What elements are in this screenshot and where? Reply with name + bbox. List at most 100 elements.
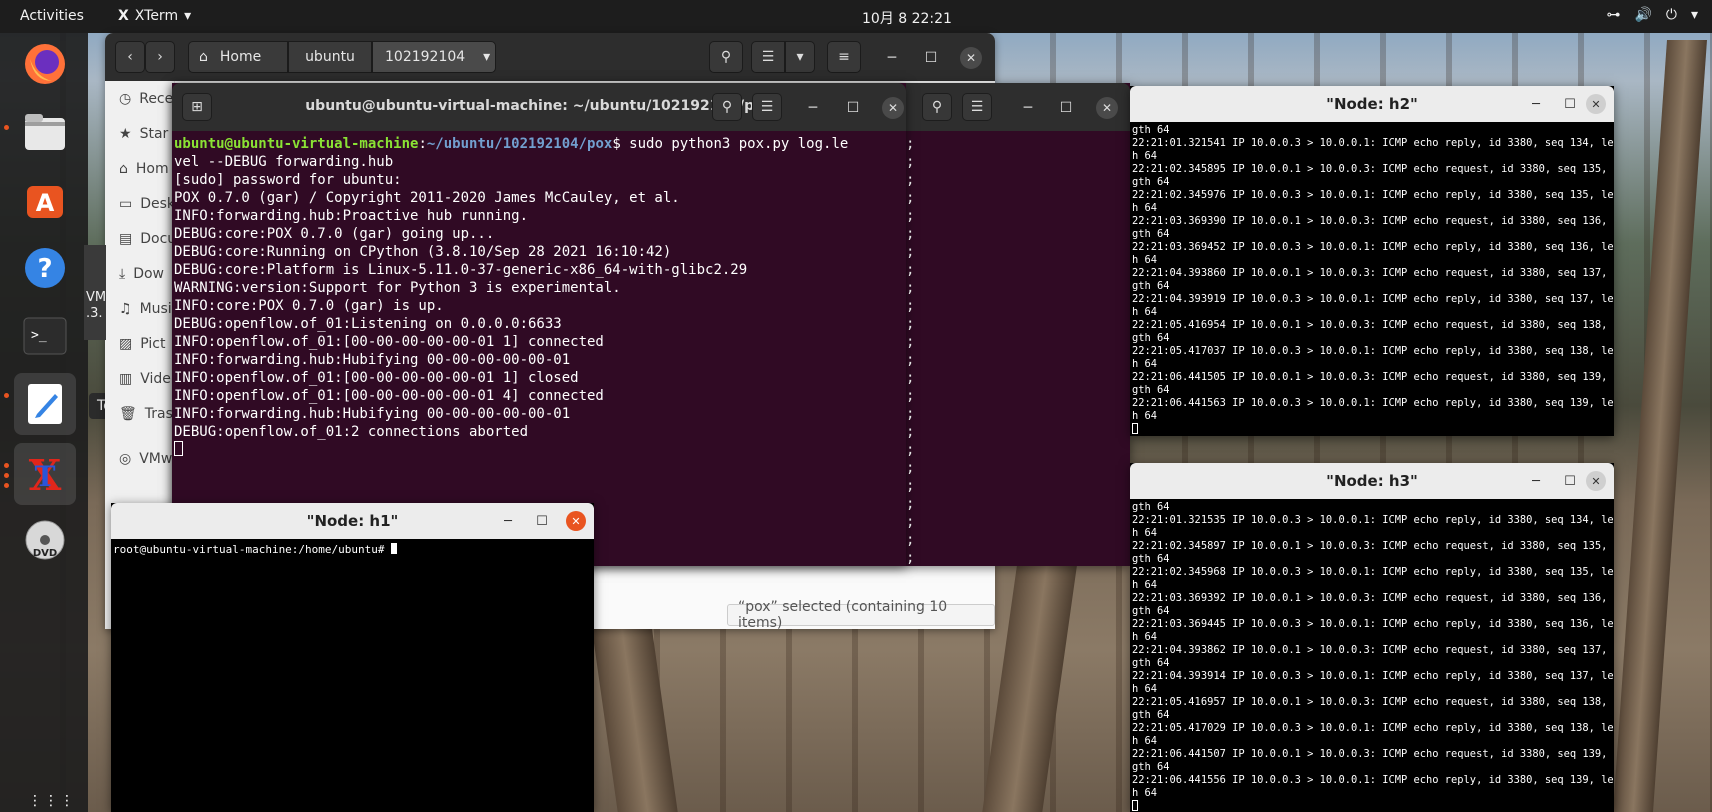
vm-label: VM <box>86 290 107 305</box>
sidebar-item-label: Rece <box>139 91 174 107</box>
dock-item-text-editor[interactable] <box>14 373 76 435</box>
dock-item-firefox[interactable] <box>14 33 76 95</box>
forward-button[interactable]: › <box>145 41 175 73</box>
close-button[interactable]: ✕ <box>960 47 982 69</box>
window-title: ubuntu@ubuntu-virtual-machine: ~/ubuntu/… <box>305 98 773 114</box>
sidebar-item-downloads[interactable]: ⤓ Dow <box>119 266 164 282</box>
menu-button[interactable]: ☰ <box>752 93 782 121</box>
home-icon: ⌂ <box>199 49 208 65</box>
view-options-button[interactable]: ▾ <box>785 41 815 73</box>
output-line: INFO:openflow.of_01:[00-00-00-00-00-01 4… <box>174 388 604 404</box>
svg-text:A: A <box>36 189 55 217</box>
maximize-button[interactable]: ☐ <box>1560 94 1580 114</box>
prompt-user: ubuntu@ubuntu-virtual-machine <box>174 136 419 152</box>
breadcrumb-ubuntu[interactable]: ubuntu <box>288 41 372 73</box>
search-button[interactable]: ⚲ <box>712 93 742 121</box>
close-button[interactable]: ✕ <box>566 511 586 531</box>
output-line: h 64 <box>1132 410 1158 422</box>
clock[interactable]: 10月 8 22:21 <box>862 8 952 28</box>
dock-item-software[interactable]: A <box>14 169 76 231</box>
output-line: h 64 <box>1132 527 1158 539</box>
chevron-down-icon: ▾ <box>184 8 192 24</box>
activities-button[interactable]: Activities <box>20 8 84 24</box>
output-line: POX 0.7.0 (gar) / Copyright 2011-2020 Ja… <box>174 190 680 206</box>
sidebar-item-vmware[interactable]: ◎ VMw <box>119 451 172 467</box>
sidebar-item-label: Star <box>139 126 169 142</box>
output-line: 22:21:06.441507 IP 10.0.0.1 > 10.0.0.3: … <box>1132 748 1614 760</box>
terminal-output[interactable]: gth 64 22:21:01.321541 IP 10.0.0.3 > 10.… <box>1132 124 1614 436</box>
dock-item-terminal[interactable]: >_ <box>14 305 76 367</box>
search-button[interactable]: ⚲ <box>922 93 952 121</box>
sidebar-item-pictures[interactable]: ▨ Pict <box>119 336 165 352</box>
terminal-output[interactable]: root@ubuntu-virtual-machine:/home/ubuntu… <box>113 543 398 556</box>
dock-item-files[interactable] <box>14 101 76 163</box>
output-line: 22:21:04.393919 IP 10.0.0.3 > 10.0.0.1: … <box>1132 293 1614 305</box>
breadcrumb-label: Home <box>219 49 262 65</box>
output-line: 22:21:03.369445 IP 10.0.0.3 > 10.0.0.1: … <box>1132 618 1614 630</box>
show-apps-grid-icon[interactable]: ⋮⋮⋮ <box>28 793 76 809</box>
dock-item-help[interactable]: ? <box>14 237 76 299</box>
maximize-button[interactable]: ☐ <box>842 97 864 119</box>
breadcrumb-home[interactable]: ⌂ Home <box>188 41 288 73</box>
maximize-button[interactable]: ☐ <box>1560 471 1580 491</box>
minimize-button[interactable]: ─ <box>802 97 824 119</box>
terminal-window-main: ⊞ ubuntu@ubuntu-virtual-machine: ~/ubunt… <box>172 83 906 566</box>
sidebar-item-label: VMw <box>139 451 173 467</box>
music-icon: ♫ <box>119 301 132 317</box>
output-line: INFO:openflow.of_01:[00-00-00-00-00-01 1… <box>174 370 579 386</box>
dock-item-dvd[interactable]: DVD <box>14 509 76 571</box>
dock-item-xterm[interactable]: X T <box>14 443 76 505</box>
minimize-button[interactable]: ─ <box>1526 94 1546 114</box>
close-button[interactable]: ✕ <box>882 97 904 119</box>
hamburger-icon: ☰ <box>970 99 984 115</box>
minimize-button[interactable]: ─ <box>1017 97 1039 119</box>
output-line: 22:21:04.393862 IP 10.0.0.1 > 10.0.0.3: … <box>1132 644 1614 656</box>
xterm-window-h2: "Node: h2" ─ ☐ ✕ gth 64 22:21:01.321541 … <box>1130 86 1614 436</box>
maximize-button[interactable]: ☐ <box>920 47 942 69</box>
terminal-output[interactable]: gth 64 22:21:01.321535 IP 10.0.0.3 > 10.… <box>1132 501 1614 812</box>
minimize-button[interactable]: ─ <box>881 47 903 69</box>
output-line: gth 64 <box>1132 384 1170 396</box>
sidebar-item-trash[interactable]: 🗑 Tras <box>119 406 173 422</box>
maximize-button[interactable]: ☐ <box>1055 97 1077 119</box>
output-line: gth 64 <box>1132 605 1170 617</box>
search-button[interactable]: ⚲ <box>709 41 743 73</box>
system-tray[interactable]: ⊶ 🔊 ⏻ ▾ <box>1606 7 1698 23</box>
breadcrumb-current[interactable]: 102192104 ▾ <box>372 41 496 73</box>
app-menu[interactable]: X XTerm ▾ <box>118 8 191 24</box>
output-line: DEBUG:openflow.of_01:2 connections abort… <box>174 424 529 440</box>
sidebar-item-documents[interactable]: ▤ Docu <box>119 231 176 247</box>
sidebar-item-home[interactable]: ⌂ Hom <box>119 161 169 177</box>
minimize-button[interactable]: ─ <box>1526 471 1546 491</box>
close-button[interactable]: ✕ <box>1586 471 1606 491</box>
prompt-path: ~/ubuntu/102192104/pox <box>426 136 613 152</box>
back-button[interactable]: ‹ <box>115 41 145 73</box>
xterm-window-h1: "Node: h1" ─ ☐ ✕ root@ubuntu-virtual-mac… <box>111 503 594 812</box>
sidebar-item-music[interactable]: ♫ Musi <box>119 301 172 317</box>
xterm-titlebar: "Node: h2" ─ ☐ ✕ <box>1130 86 1614 122</box>
sidebar-item-recent[interactable]: ◷ Rece <box>119 91 173 107</box>
sidebar-item-label: Dow <box>133 266 164 282</box>
close-button[interactable]: ✕ <box>1586 94 1606 114</box>
sidebar-item-desktop[interactable]: ▭ Desk <box>119 196 175 212</box>
output-line: 22:21:06.441505 IP 10.0.0.1 > 10.0.0.3: … <box>1132 371 1614 383</box>
software-store-icon: A <box>27 186 63 218</box>
output-line: 22:21:03.369392 IP 10.0.0.1 > 10.0.0.3: … <box>1132 592 1614 604</box>
output-line: gth 64 <box>1132 709 1170 721</box>
close-button[interactable]: ✕ <box>1096 97 1118 119</box>
menu-button[interactable]: ≡ <box>827 41 861 73</box>
output-line: INFO:forwarding.hub:Hubifying 00-00-00-0… <box>174 352 571 368</box>
sidebar-item-videos[interactable]: ▥ Vide <box>119 371 171 387</box>
running-indicator <box>4 483 9 488</box>
output-line: 22:21:05.416954 IP 10.0.0.1 > 10.0.0.3: … <box>1132 319 1614 331</box>
maximize-button[interactable]: ☐ <box>532 511 552 531</box>
terminal-output[interactable]: ubuntu@ubuntu-virtual-machine:~/ubuntu/1… <box>174 135 848 459</box>
minimize-button[interactable]: ─ <box>498 511 518 531</box>
list-view-button[interactable]: ☰ <box>751 41 785 73</box>
output-line: 22:21:02.345968 IP 10.0.0.3 > 10.0.0.1: … <box>1132 566 1614 578</box>
output-line: INFO:forwarding.hub:Proactive hub runnin… <box>174 208 529 224</box>
running-indicator <box>4 393 9 398</box>
sidebar-item-starred[interactable]: ★ Star <box>119 126 168 142</box>
chevron-down-icon: ▾ <box>1690 7 1698 23</box>
menu-button[interactable]: ☰ <box>962 93 992 121</box>
